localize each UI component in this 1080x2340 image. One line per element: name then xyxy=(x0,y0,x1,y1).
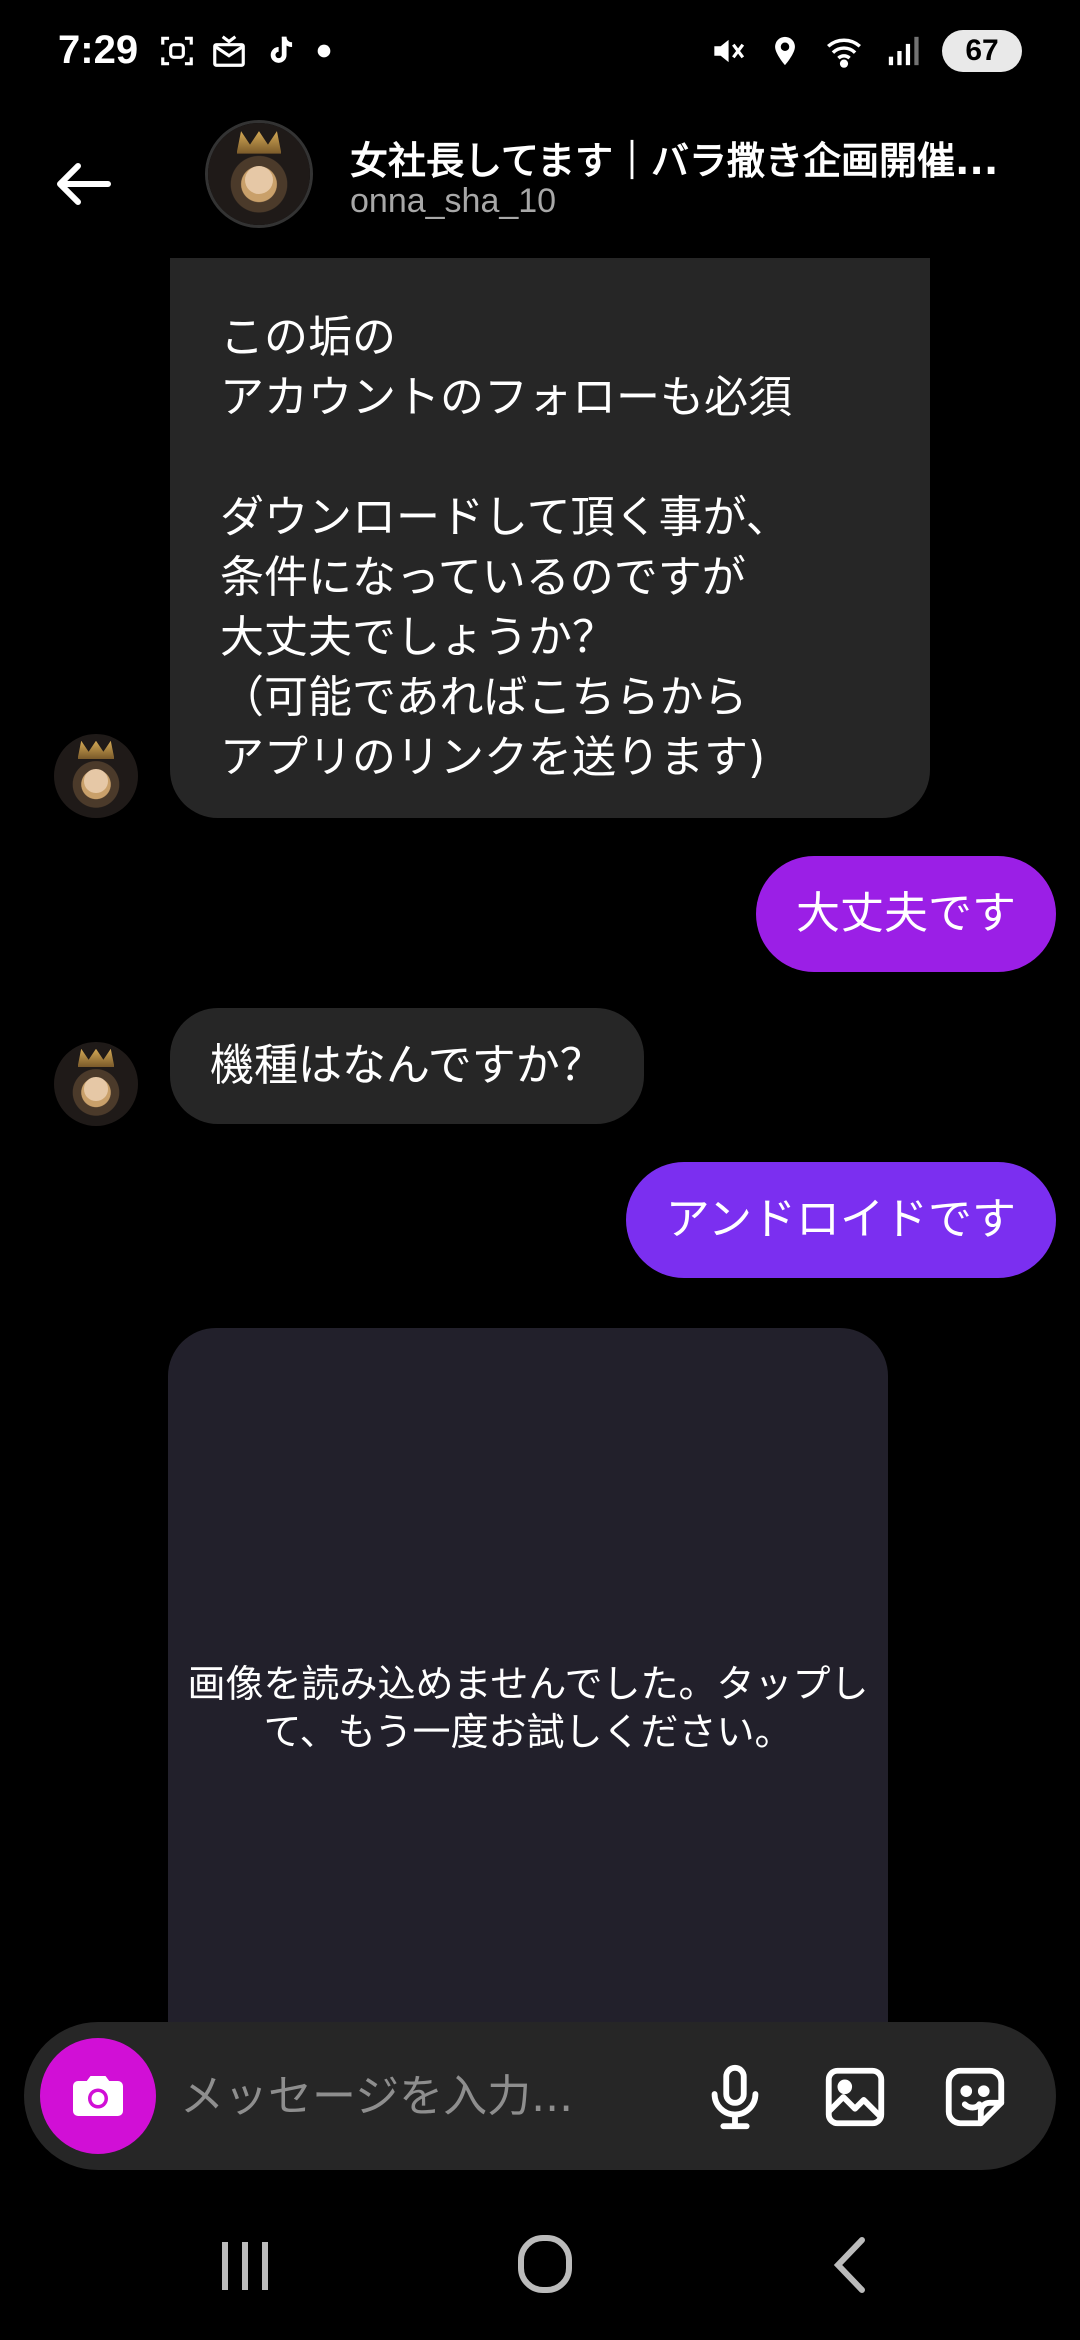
signal-icon xyxy=(888,36,919,66)
contact-username[interactable]: onna_sha_10 xyxy=(350,182,556,221)
sticker-icon[interactable] xyxy=(940,2062,1010,2132)
gallery-icon[interactable] xyxy=(820,2062,890,2132)
battery-level: 67 xyxy=(965,34,999,67)
message-outgoing[interactable]: 大丈夫です xyxy=(756,856,1056,972)
mail-icon xyxy=(213,35,245,67)
screenshot-icon xyxy=(161,36,193,66)
message-composer xyxy=(24,2022,1056,2170)
avatar-image xyxy=(54,1042,138,1126)
image-error-text: 画像を読み込めませんでした。タップして、もう一度お試しください。 xyxy=(187,1662,869,1754)
status-bar: 7:29 67 xyxy=(0,0,1080,110)
status-time: 7:29 xyxy=(58,28,139,72)
camera-button[interactable] xyxy=(40,2038,156,2154)
camera-icon xyxy=(73,2076,123,2116)
message-outgoing[interactable]: アンドロイドです xyxy=(625,1162,1056,1278)
dot-icon xyxy=(317,44,331,58)
location-icon xyxy=(775,36,795,66)
system-navbar xyxy=(0,2200,1080,2340)
message-input[interactable] xyxy=(180,2064,630,2128)
sender-avatar[interactable] xyxy=(54,1042,138,1126)
wifi-icon xyxy=(827,38,861,68)
chat-header: 女社長してます｜バラ撒き企画開催... onna_sha_10 xyxy=(0,110,1080,260)
sender-avatar[interactable] xyxy=(54,734,138,818)
avatar-image xyxy=(208,123,310,225)
microphone-icon[interactable] xyxy=(700,2062,770,2132)
recent-apps-icon[interactable] xyxy=(205,2230,285,2300)
contact-avatar[interactable] xyxy=(205,120,313,228)
avatar-image xyxy=(54,734,138,818)
system-icons: 67 xyxy=(708,30,1022,72)
home-icon[interactable] xyxy=(505,2230,585,2300)
battery-indicator: 67 xyxy=(942,30,1022,72)
image-load-failed[interactable]: 画像を読み込めませんでした。タップして、もう一度お試しください。 xyxy=(168,1328,888,2088)
mute-icon xyxy=(714,39,745,63)
message-incoming[interactable]: この垢の アカウントのフォローも必須 ダウンロードして頂く事が、 条件になってい… xyxy=(170,258,930,818)
back-arrow-icon[interactable] xyxy=(48,148,120,220)
notification-icons xyxy=(158,32,334,70)
tiktok-icon xyxy=(270,36,293,63)
contact-name[interactable]: 女社長してます｜バラ撒き企画開催... xyxy=(350,130,1050,185)
message-incoming[interactable]: 機種はなんですか？ xyxy=(170,1008,644,1124)
back-nav-icon[interactable] xyxy=(810,2230,890,2300)
